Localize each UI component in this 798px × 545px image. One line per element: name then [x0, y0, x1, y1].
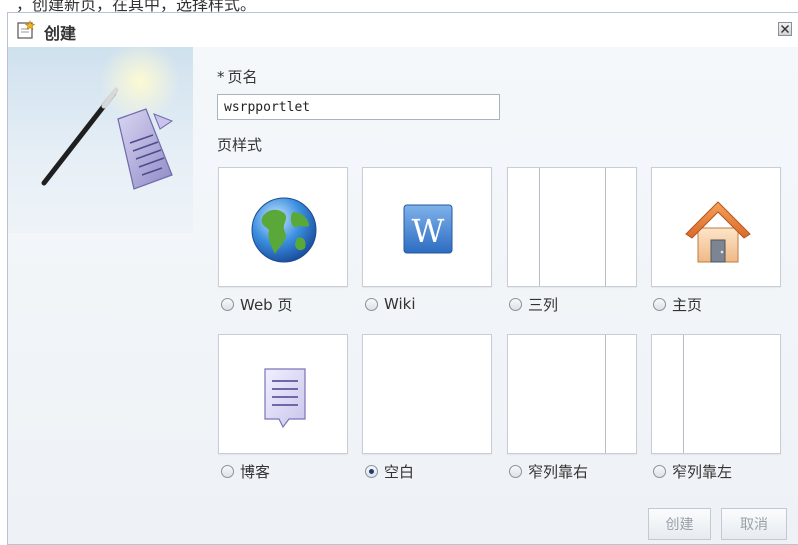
style-option-blog[interactable]: 博客: [221, 460, 270, 482]
style-label-three-column: 三列: [528, 295, 559, 314]
magic-wand-document-icon: [41, 47, 180, 190]
page-name-label: * 页名: [217, 66, 258, 87]
three-column-layout-icon: [539, 168, 540, 286]
radio-home[interactable]: [653, 297, 666, 311]
style-label-narrow-left: 窄列靠左: [672, 462, 733, 481]
create-button[interactable]: 创建: [648, 508, 711, 540]
svg-text:W: W: [412, 212, 445, 250]
style-label-narrow-right: 窄列靠右: [528, 462, 589, 481]
style-tile-web-page[interactable]: [218, 167, 348, 287]
radio-blank[interactable]: [365, 464, 378, 478]
blog-note-icon: [264, 368, 306, 429]
style-option-narrow-left[interactable]: 窄列靠左: [653, 460, 732, 482]
dialog-titlebar: 创建: [8, 13, 798, 47]
globe-icon: [251, 197, 317, 263]
radio-narrow-right[interactable]: [509, 464, 522, 478]
style-option-three-column[interactable]: 三列: [509, 293, 558, 315]
page-style-label: 页样式: [217, 136, 263, 154]
style-option-narrow-right[interactable]: 窄列靠右: [509, 460, 588, 482]
style-label-wiki: Wiki: [384, 295, 416, 313]
narrow-left-layout-icon: [683, 335, 684, 453]
style-option-blank[interactable]: 空白: [365, 460, 414, 482]
style-label-web-page: Web 页: [240, 295, 293, 314]
cancel-button[interactable]: 取消: [721, 508, 787, 540]
radio-wiki[interactable]: [365, 297, 378, 311]
new-page-icon: [17, 20, 36, 39]
required-marker: *: [217, 68, 225, 86]
cropped-header-label: ，创建新页，在其中，选择样式。: [16, 0, 257, 12]
narrow-right-layout-icon: [605, 335, 606, 453]
radio-narrow-left[interactable]: [653, 464, 666, 478]
close-icon: [781, 25, 789, 33]
style-label-home: 主页: [672, 295, 703, 314]
style-tile-narrow-left[interactable]: [651, 334, 781, 454]
house-icon: [685, 201, 751, 263]
style-tile-blank[interactable]: [362, 334, 492, 454]
wizard-illustration-panel: [8, 47, 193, 233]
style-label-blank: 空白: [384, 462, 415, 481]
create-page-dialog: 创建 * 页名 wsrpportlet 页样式 W Web 页 Wiki 三列 …: [7, 12, 798, 545]
style-option-home[interactable]: 主页: [653, 293, 702, 315]
radio-blog[interactable]: [221, 464, 234, 478]
radio-web-page[interactable]: [221, 297, 234, 311]
radio-three-column[interactable]: [509, 297, 522, 311]
wiki-w-icon: W: [403, 204, 453, 254]
page-name-label-text: 页名: [227, 68, 258, 86]
style-tile-wiki[interactable]: W: [362, 167, 492, 287]
style-tile-home[interactable]: [651, 167, 781, 287]
dialog-title: 创建: [44, 24, 77, 43]
style-option-wiki[interactable]: Wiki: [365, 293, 416, 315]
style-tile-three-column[interactable]: [507, 167, 637, 287]
cropped-header-text: ，创建新页，在其中，选择样式。: [0, 0, 798, 12]
column-divider: [605, 168, 606, 286]
style-tile-blog[interactable]: [218, 334, 348, 454]
style-option-web-page[interactable]: Web 页: [221, 293, 292, 315]
close-button[interactable]: [778, 22, 792, 36]
style-tile-narrow-right[interactable]: [507, 334, 637, 454]
page-name-input[interactable]: [217, 94, 500, 120]
style-label-blog: 博客: [240, 462, 271, 481]
